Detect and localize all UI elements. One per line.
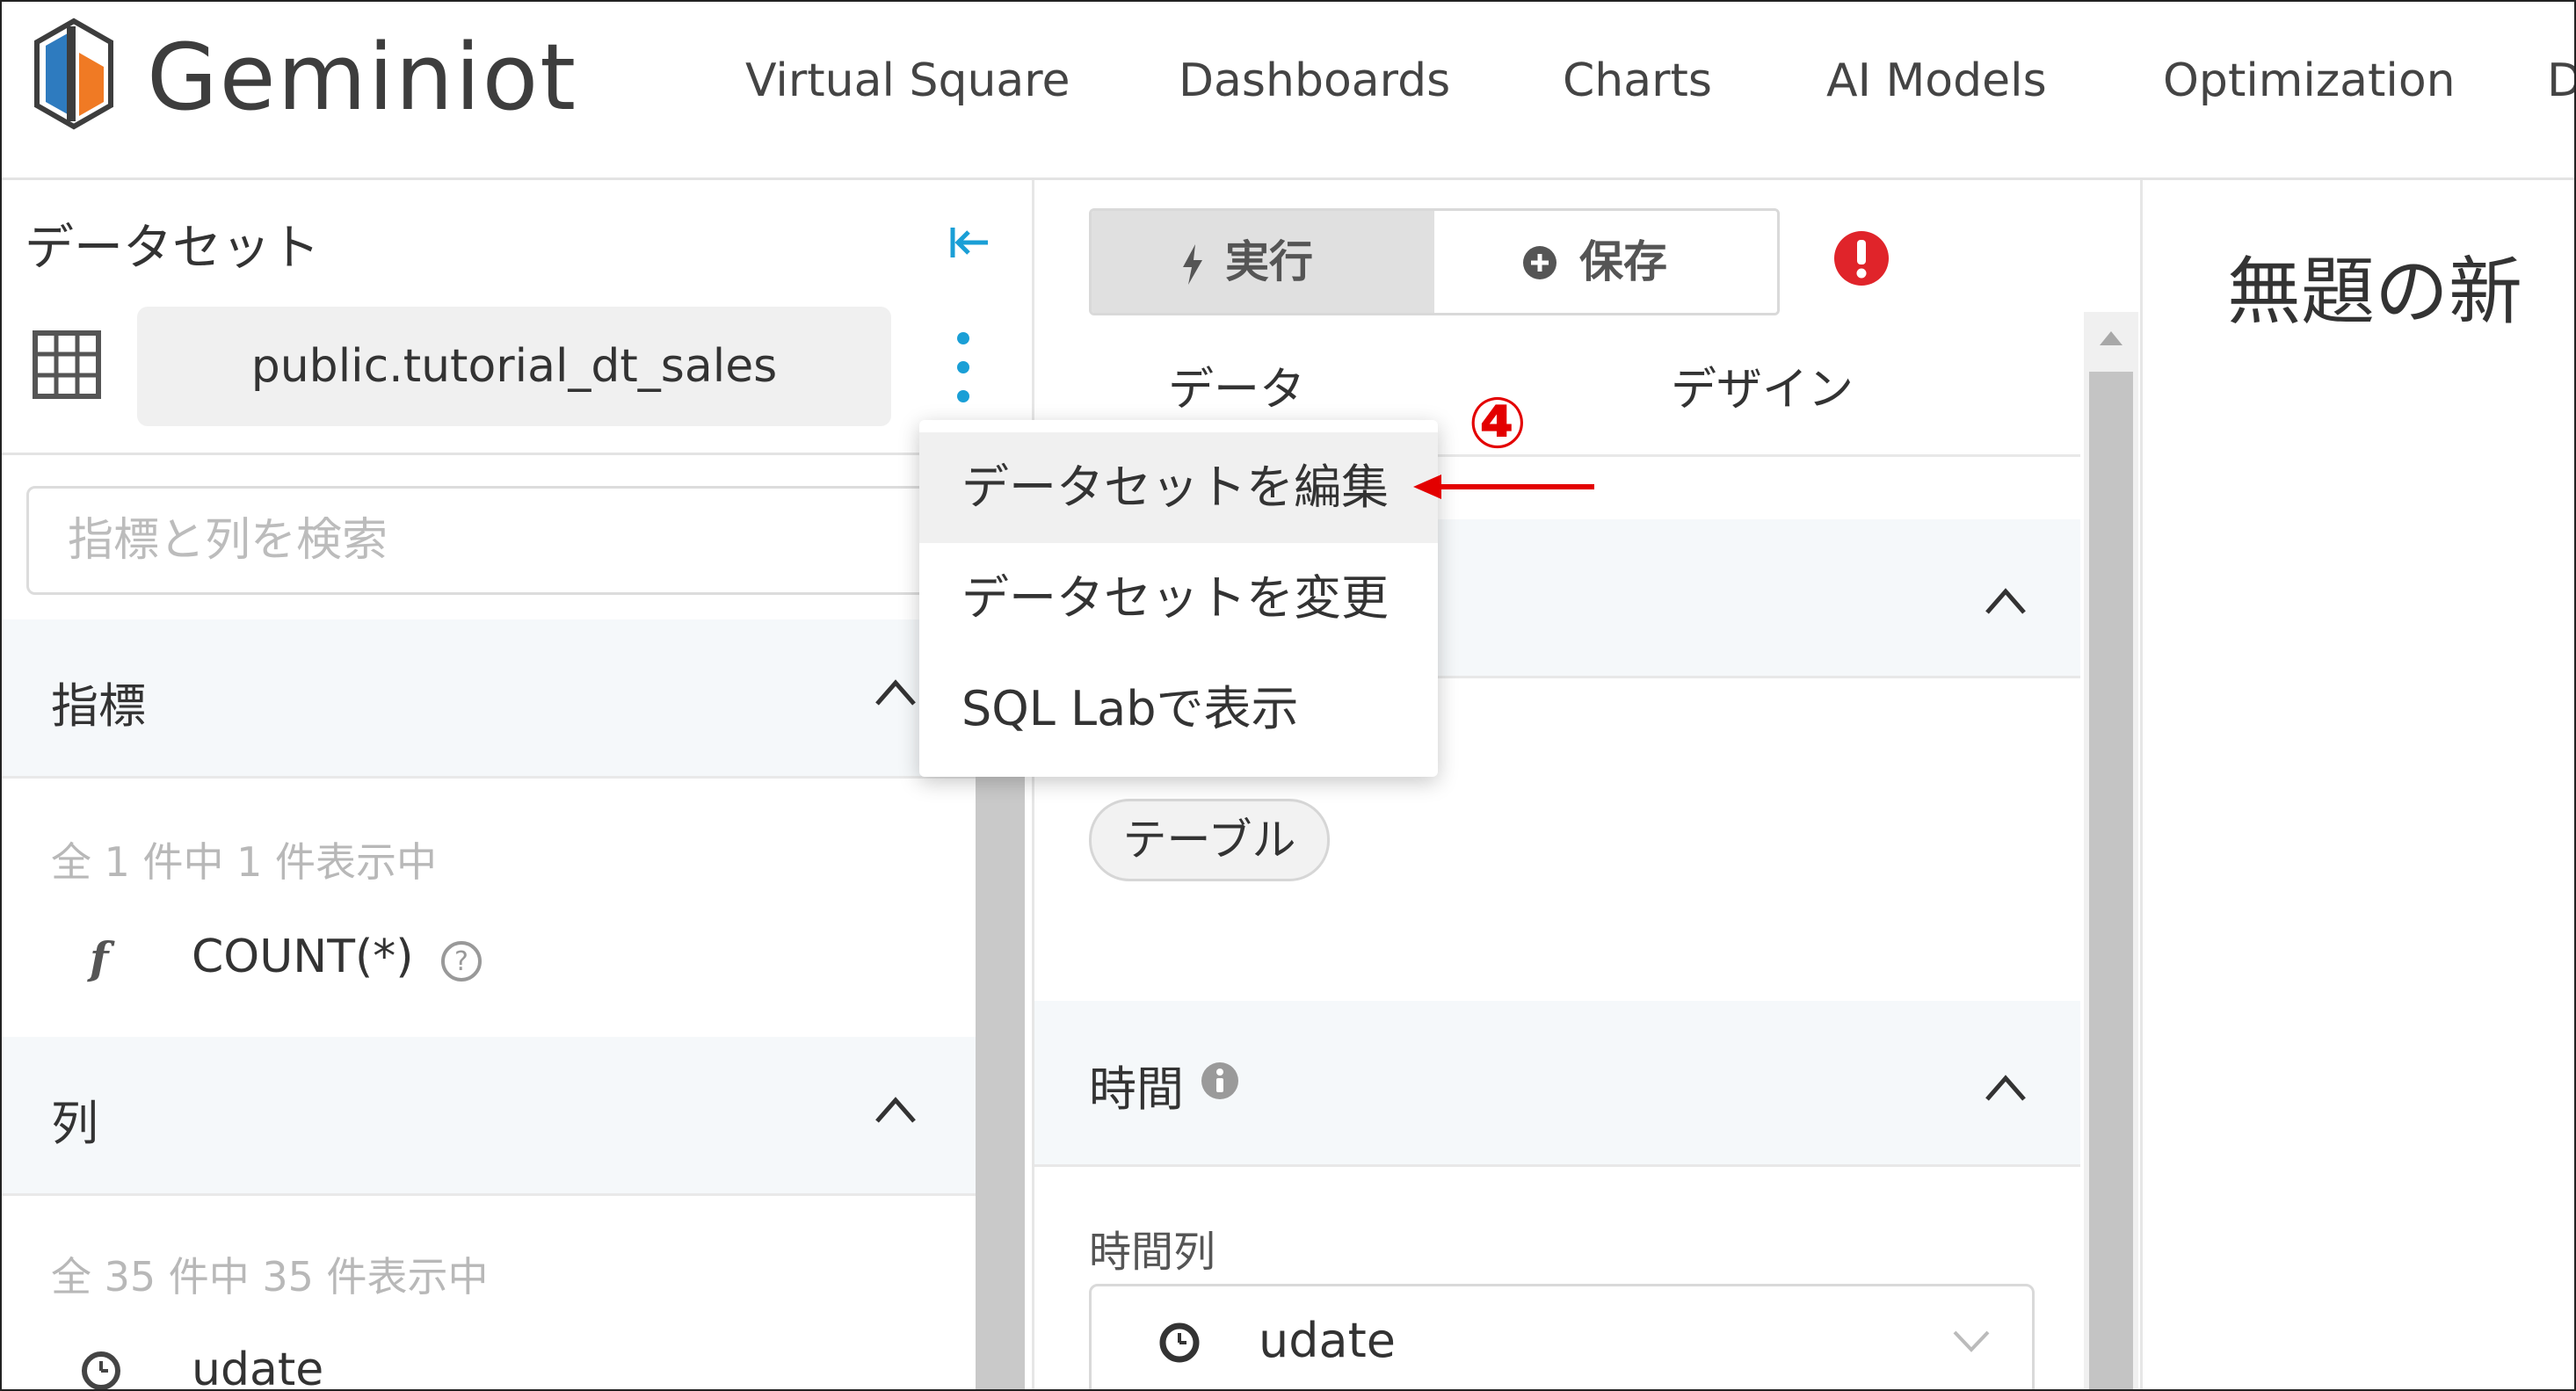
nav-dashboards[interactable]: Dashboards [1179,53,1450,109]
metric-item[interactable]: f COUNT(*) ? [2,915,977,1011]
alert-exclamation-icon[interactable] [1832,229,1890,287]
collapse-panel-icon[interactable] [947,221,991,264]
dataset-menu-kebab-icon[interactable] [946,328,981,407]
metric-column-search-input[interactable]: 指標と列を検索 [26,486,963,595]
viz-type-label: テーブル [1122,815,1296,866]
menu-item-view-in-sql-lab[interactable]: SQL Labで表示 [919,654,1438,764]
chevron-up-icon[interactable] [872,1091,919,1127]
column-name: udate [192,1344,324,1391]
svg-text:?: ? [454,946,468,977]
lightning-icon [1183,244,1202,285]
divider [2,453,1032,455]
chevron-up-icon[interactable] [872,674,919,709]
save-button[interactable]: 保存 [1437,211,1777,313]
run-save-button-group: 実行 保存 [1089,208,1780,315]
chevron-up-icon[interactable] [1982,1069,2029,1105]
geminiot-logo-icon[interactable] [33,18,114,130]
time-section-label: 時間 [1089,1061,1184,1117]
plus-circle-icon [1523,246,1556,279]
info-icon[interactable] [1200,1061,1240,1101]
chart-config-panel: 実行 保存 データ デザイン テーブル 時間 時間列 udate [1034,180,2143,1389]
tab-design[interactable]: デザイン [1671,352,1854,418]
menu-item-label: SQL Labで表示 [961,681,1299,736]
columns-count-text: 全 35 件中 35 件表示中 [51,1253,489,1300]
dataset-panel: データセット public.tutorial_dt_sales 指標と列を検索 [2,180,1034,1391]
chart-title[interactable]: 無題の新 [2227,233,2522,339]
annotation-step-number: ④ [1468,382,1527,464]
chevron-down-icon [1953,1330,1990,1352]
columns-section-header[interactable]: 列 [2,1037,977,1196]
nav-virtual-square[interactable]: Virtual Square [745,53,1070,109]
left-panel-scrollbar[interactable] [976,699,1025,1389]
clock-icon [82,1351,120,1389]
nav-charts[interactable]: Charts [1563,53,1712,109]
save-button-label: 保存 [1579,236,1667,287]
search-placeholder: 指標と列を検索 [68,514,388,567]
dataset-actions-menu: データセットを編集 データセットを変更 SQL Labで表示 [919,420,1438,777]
scrollbar-thumb[interactable] [2089,372,2133,1389]
nav-ai-models[interactable]: AI Models [1826,53,2047,109]
tab-data[interactable]: データ [1168,352,1305,418]
menu-item-change-dataset[interactable]: データセットを変更 [919,543,1438,654]
metrics-section-header[interactable]: 指標 [2,619,977,779]
metrics-section-label: 指標 [51,678,146,734]
metric-name: COUNT(*) [192,931,414,983]
time-column-select[interactable]: udate [1089,1284,2035,1389]
function-icon: f [90,932,109,984]
annotation-arrow-icon [1413,475,1594,499]
menu-item-label: データセットを変更 [961,570,1389,626]
time-column-value: udate [1259,1313,1396,1368]
help-question-icon[interactable]: ? [439,939,483,983]
columns-section-label: 列 [51,1096,98,1151]
clock-icon [1159,1322,1200,1363]
table-grid-icon [33,330,101,399]
menu-item-edit-dataset[interactable]: データセットを編集 [919,432,1438,543]
dataset-name-box[interactable]: public.tutorial_dt_sales [137,307,891,426]
dataset-name: public.tutorial_dt_sales [250,340,778,393]
chart-preview-panel: 無題の新 [2143,180,2574,1389]
chevron-up-icon[interactable] [1982,583,2029,618]
nav-optimization[interactable]: Optimization [2163,53,2456,109]
app-frame: Geminiot Virtual Square Dashboards Chart… [0,0,2576,1391]
time-column-label: 時間列 [1089,1228,1216,1277]
nav-more[interactable]: D [2547,53,2574,109]
run-button-label: 実行 [1225,236,1313,287]
viz-type-pill[interactable]: テーブル [1089,799,1330,881]
time-section-header[interactable]: 時間 [1034,1001,2080,1167]
top-nav-bar: Geminiot Virtual Square Dashboards Chart… [2,2,2574,180]
menu-item-label: データセットを編集 [961,460,1389,515]
dataset-panel-title: データセット [25,220,320,277]
run-button[interactable]: 実行 [1092,211,1434,313]
scroll-up-arrow-icon[interactable] [2098,330,2124,347]
column-item[interactable]: udate [2,1331,977,1391]
brand-name[interactable]: Geminiot [147,16,577,139]
metrics-count-text: 全 1 件中 1 件表示中 [51,838,438,886]
